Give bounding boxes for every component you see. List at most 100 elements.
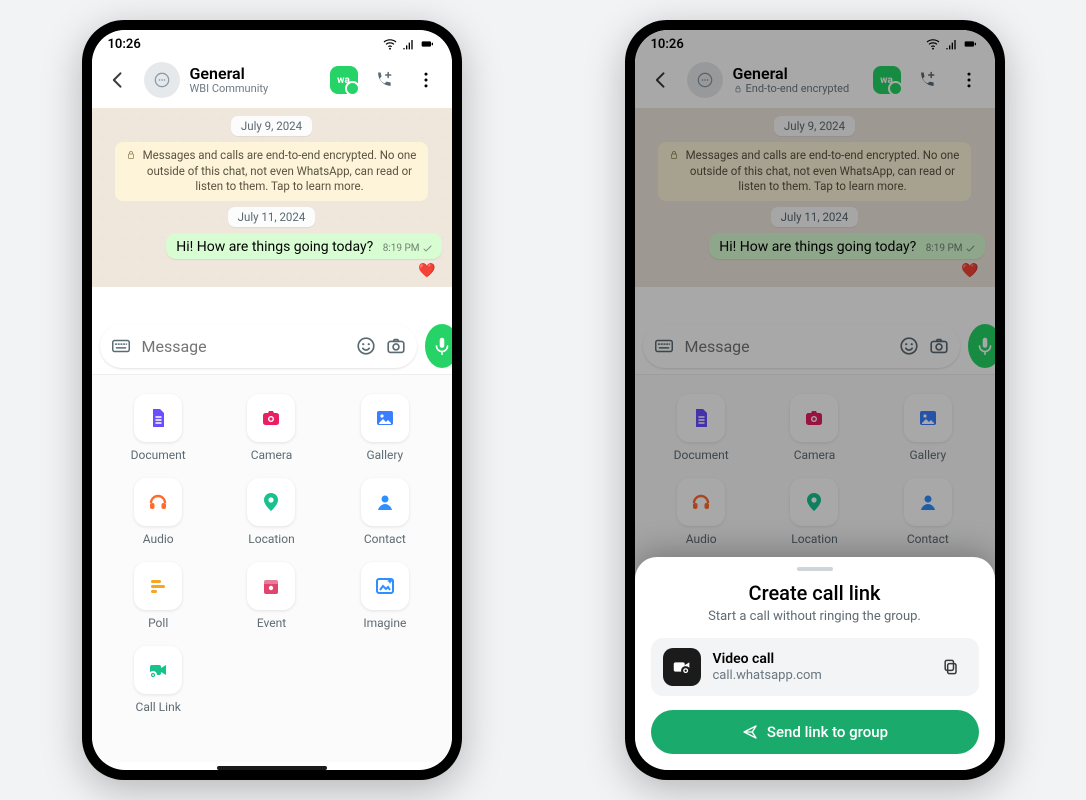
- wifi-icon: [382, 36, 398, 52]
- signal-icon: [400, 36, 416, 52]
- camera-icon[interactable]: [928, 335, 950, 357]
- message-bubble[interactable]: Hi! How are things going today? 8:19 PM: [709, 233, 984, 259]
- call-link-url: call.whatsapp.com: [713, 668, 923, 684]
- camera-tile: [790, 394, 838, 442]
- audio-icon: [689, 490, 713, 514]
- attach-audio[interactable]: Audio: [106, 477, 211, 547]
- whatsapp-badge-icon[interactable]: wa: [330, 66, 358, 94]
- attach-contact[interactable]: Contact: [875, 477, 980, 547]
- sent-check-icon: [422, 243, 434, 255]
- attach-contact[interactable]: Contact: [332, 477, 437, 547]
- contact-tile: [361, 478, 409, 526]
- group-avatar[interactable]: [687, 62, 723, 98]
- send-icon: [741, 723, 759, 741]
- copy-link-button[interactable]: [935, 651, 967, 683]
- attach-document[interactable]: Document: [106, 393, 211, 463]
- camera-icon[interactable]: [385, 335, 407, 357]
- location-tile: [790, 478, 838, 526]
- attach-document[interactable]: Document: [649, 393, 754, 463]
- group-avatar[interactable]: [144, 62, 180, 98]
- chat-area: July 9, 2024 Messages and calls are end-…: [92, 108, 452, 287]
- voice-record-button[interactable]: [425, 324, 452, 368]
- signal-icon: [943, 36, 959, 52]
- sent-check-icon: [965, 243, 977, 255]
- attach-event[interactable]: Event: [219, 561, 324, 631]
- send-link-label: Send link to group: [767, 723, 888, 741]
- event-icon: [259, 574, 283, 598]
- send-link-button[interactable]: Send link to group: [651, 710, 979, 754]
- audio-tile: [134, 478, 182, 526]
- overflow-menu-button[interactable]: [953, 64, 985, 96]
- attach-label: Call Link: [136, 700, 181, 714]
- back-icon: [108, 69, 128, 91]
- chat-subtitle: WBI Community: [190, 83, 320, 95]
- attach-imagine[interactable]: Imagine: [332, 561, 437, 631]
- message-input[interactable]: [683, 336, 890, 357]
- attach-audio[interactable]: Audio: [649, 477, 754, 547]
- back-button[interactable]: [645, 64, 677, 96]
- status-bar: 10:26: [92, 30, 452, 58]
- attach-label: Imagine: [363, 616, 406, 630]
- clock: 10:26: [108, 37, 141, 52]
- battery-icon: [961, 36, 979, 52]
- message-time: 8:19 PM: [926, 243, 963, 254]
- poll-tile: [134, 562, 182, 610]
- attach-calllink[interactable]: Call Link: [106, 645, 211, 715]
- chat-title: General: [190, 65, 320, 83]
- sheet-subtitle: Start a call without ringing the group.: [651, 609, 979, 624]
- call-add-button[interactable]: [368, 64, 400, 96]
- keyboard-icon[interactable]: [110, 335, 132, 357]
- emoji-icon[interactable]: [355, 335, 377, 357]
- sheet-title: Create call link: [651, 581, 979, 605]
- attach-label: Camera: [794, 448, 836, 462]
- chat-header: General WBI Community wa: [92, 58, 452, 108]
- attach-label: Document: [674, 448, 729, 462]
- encryption-banner[interactable]: Messages and calls are end-to-end encryp…: [658, 142, 971, 201]
- mic-icon: [974, 335, 995, 357]
- location-icon: [259, 490, 283, 514]
- call-add-button[interactable]: [911, 64, 943, 96]
- encryption-banner[interactable]: Messages and calls are end-to-end encryp…: [115, 142, 428, 201]
- attach-label: Location: [248, 532, 294, 546]
- wifi-icon: [925, 36, 941, 52]
- chat-icon: [695, 70, 715, 90]
- more-vertical-icon: [416, 70, 436, 90]
- calllink-tile: [134, 646, 182, 694]
- battery-icon: [418, 36, 436, 52]
- attach-camera[interactable]: Camera: [762, 393, 867, 463]
- lock-icon: [125, 149, 137, 161]
- call-link-row[interactable]: Video call call.whatsapp.com: [651, 638, 979, 696]
- encryption-text: Messages and calls are end-to-end encryp…: [141, 148, 418, 195]
- more-vertical-icon: [959, 70, 979, 90]
- chat-title-block[interactable]: General End-to-end encrypted: [733, 65, 863, 95]
- reaction-heart-icon[interactable]: ❤️: [418, 263, 435, 279]
- nav-gesture-bar: [92, 762, 452, 770]
- create-call-link-sheet: Create call link Start a call without ri…: [635, 557, 995, 770]
- attach-location[interactable]: Location: [219, 477, 324, 547]
- attach-gallery[interactable]: Gallery: [332, 393, 437, 463]
- overflow-menu-button[interactable]: [410, 64, 442, 96]
- attach-gallery[interactable]: Gallery: [875, 393, 980, 463]
- voice-record-button[interactable]: [968, 324, 995, 368]
- mic-icon: [431, 335, 452, 357]
- reaction-heart-icon[interactable]: ❤️: [961, 263, 978, 279]
- emoji-icon[interactable]: [898, 335, 920, 357]
- contact-icon: [373, 490, 397, 514]
- poll-icon: [146, 574, 170, 598]
- call-link-type: Video call: [713, 651, 923, 668]
- attach-poll[interactable]: Poll: [106, 561, 211, 631]
- message-bubble[interactable]: Hi! How are things going today? 8:19 PM: [166, 233, 441, 259]
- attach-location[interactable]: Location: [762, 477, 867, 547]
- attach-camera[interactable]: Camera: [219, 393, 324, 463]
- whatsapp-badge-icon[interactable]: wa: [873, 66, 901, 94]
- back-button[interactable]: [102, 64, 134, 96]
- keyboard-icon[interactable]: [653, 335, 675, 357]
- document-tile: [677, 394, 725, 442]
- message-text: Hi! How are things going today?: [176, 239, 373, 255]
- chat-icon: [152, 70, 172, 90]
- lock-icon: [668, 149, 680, 161]
- chat-title-block[interactable]: General WBI Community: [190, 65, 320, 95]
- message-input[interactable]: [140, 336, 347, 357]
- camera-icon: [259, 406, 283, 430]
- sheet-grab-handle[interactable]: [797, 567, 833, 571]
